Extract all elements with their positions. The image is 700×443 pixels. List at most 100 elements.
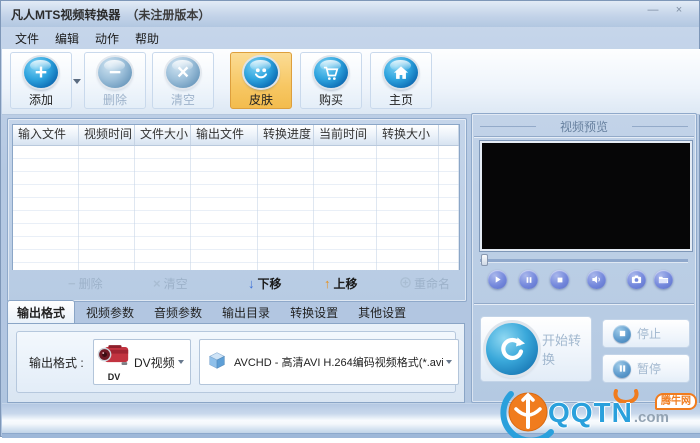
col-input-file[interactable]: 输入文件: [13, 125, 79, 145]
move-up-button[interactable]: ↑ 上移: [324, 275, 358, 292]
cart-icon: [314, 57, 348, 88]
file-list-panel: 输入文件 视频时间 文件大小 输出文件 转换进度 当前时间 转换大小 − 删除 …: [7, 118, 467, 302]
stop-button[interactable]: [550, 270, 569, 289]
camera-icon: [631, 275, 642, 284]
preview-divider: [474, 136, 694, 137]
pause-convert-label: 暂停: [637, 362, 662, 376]
stop-icon: [557, 277, 562, 282]
col-video-time[interactable]: 视频时间: [79, 125, 135, 145]
rename-label: 重命名: [414, 277, 451, 291]
tab-audio-params[interactable]: 音频参数: [145, 301, 211, 324]
menu-file[interactable]: 文件: [7, 27, 47, 50]
output-format-value: AVCHD - 高清AVI H.264编码视频格式(*.avi): [234, 357, 443, 369]
tab-convert-settings[interactable]: 转换设置: [281, 301, 347, 324]
output-format-panel: 输出格式 : DV DV视频 AVCHD - 高清AVI H.264编码视频格式…: [7, 323, 465, 403]
move-up-label: 上移: [333, 277, 358, 291]
snapshot-button[interactable]: [627, 270, 646, 289]
arrow-down-icon: ↓: [248, 276, 255, 291]
delete-button[interactable]: − 删除: [84, 52, 146, 109]
add-label: 添加: [28, 93, 53, 107]
settings-tabbar: 输出格式 视频参数 音频参数 输出目录 转换设置 其他设置: [7, 300, 465, 324]
seek-handle[interactable]: [481, 254, 488, 266]
tab-output-format[interactable]: 输出格式: [7, 300, 76, 324]
qqtn-brand-text: QQTN: [548, 397, 633, 428]
device-type-select[interactable]: DV DV视频: [93, 339, 191, 385]
col-filler: [459, 125, 464, 145]
list-clear-label: 清空: [163, 277, 188, 291]
pause-convert-button[interactable]: 暂停: [602, 354, 690, 383]
convert-icon: [486, 323, 538, 375]
file-table-gridlines: [13, 146, 459, 270]
stop-convert-button[interactable]: 停止: [602, 319, 690, 348]
col-converted-size[interactable]: 转换大小: [377, 125, 439, 145]
home-button[interactable]: 主页: [370, 52, 432, 109]
start-convert-button[interactable]: 开始转换: [480, 316, 592, 382]
folder-icon: [658, 276, 669, 284]
pause-button[interactable]: [519, 270, 538, 289]
file-table-header: 输入文件 视频时间 文件大小 输出文件 转换进度 当前时间 转换大小: [13, 125, 459, 146]
tab-video-params[interactable]: 视频参数: [77, 301, 143, 324]
list-clear-button[interactable]: × 清空: [153, 275, 188, 292]
minimize-icon[interactable]: —: [643, 4, 663, 18]
pause-convert-icon: [613, 359, 631, 378]
move-down-button[interactable]: ↓ 下移: [248, 275, 282, 292]
edition-label: （未注册版本）: [126, 8, 211, 22]
delete-label: 删除: [102, 93, 127, 107]
format-group-box: 输出格式 : DV DV视频 AVCHD - 高清AVI H.264编码视频格式…: [16, 331, 459, 393]
dv-icon-wrap: DV: [97, 343, 131, 382]
buy-button[interactable]: 购买: [300, 52, 362, 109]
camcorder-icon: [97, 343, 131, 373]
minus-icon: −: [68, 276, 76, 291]
seek-bar[interactable]: [480, 254, 688, 266]
skin-button[interactable]: 皮肤: [230, 52, 292, 109]
preview-panel: 视频预览 开始转换 停止 暂停: [471, 113, 697, 403]
col-current-time[interactable]: 当前时间: [314, 125, 377, 145]
clear-icon: ×: [166, 57, 200, 88]
stop-convert-icon: [613, 324, 631, 343]
list-delete-label: 删除: [78, 277, 103, 291]
app-name: 凡人MTS视频转换器: [11, 8, 121, 22]
menu-action[interactable]: 动作: [87, 27, 127, 50]
list-delete-button[interactable]: − 删除: [68, 275, 103, 292]
open-folder-button[interactable]: [654, 270, 673, 289]
rename-icon: [400, 277, 411, 290]
file-table-body[interactable]: [13, 146, 459, 270]
seek-track: [480, 259, 688, 263]
col-progress[interactable]: 转换进度: [258, 125, 314, 145]
x-icon: ×: [153, 276, 161, 291]
title-bar: 凡人MTS视频转换器 （未注册版本） — ×: [1, 1, 699, 28]
col-output-file[interactable]: 输出文件: [191, 125, 258, 145]
tab-output-dir[interactable]: 输出目录: [213, 301, 279, 324]
volume-button[interactable]: [587, 270, 606, 289]
preview-title: 视频预览: [472, 118, 696, 135]
speaker-icon: [592, 275, 600, 284]
close-icon[interactable]: ×: [669, 4, 689, 18]
delete-icon: −: [98, 57, 132, 88]
convert-divider: [474, 303, 694, 304]
menu-help[interactable]: 帮助: [127, 27, 167, 50]
chevron-down-icon: [446, 360, 452, 364]
output-format-select[interactable]: AVCHD - 高清AVI H.264编码视频格式(*.avi): [199, 339, 459, 385]
list-action-row: − 删除 × 清空 ↓ 下移 ↑ 上移 重命名: [8, 275, 466, 299]
pause-icon: [526, 276, 531, 283]
skin-label: 皮肤: [248, 93, 273, 107]
move-down-label: 下移: [257, 277, 282, 291]
window-title: 凡人MTS视频转换器 （未注册版本）: [11, 6, 210, 23]
menu-edit[interactable]: 编辑: [47, 27, 87, 50]
toolbar: + 添加 − 删除 × 清空 皮肤 购买 主页: [2, 49, 700, 115]
play-button[interactable]: [488, 270, 507, 289]
start-convert-label: 开始转换: [542, 333, 582, 367]
stop-convert-label: 停止: [637, 327, 662, 341]
chevron-down-icon: [177, 360, 184, 364]
add-button[interactable]: + 添加: [10, 52, 72, 109]
output-format-label: 输出格式 :: [29, 356, 84, 370]
clear-button[interactable]: × 清空: [152, 52, 214, 109]
home-icon: [384, 57, 418, 88]
rename-button[interactable]: 重命名: [400, 275, 450, 292]
tab-other-settings[interactable]: 其他设置: [349, 301, 415, 324]
file-table: 输入文件 视频时间 文件大小 输出文件 转换进度 当前时间 转换大小: [12, 124, 460, 270]
device-type-value: DV视频: [134, 355, 175, 370]
col-file-size[interactable]: 文件大小: [135, 125, 191, 145]
format-cube-icon: [206, 349, 228, 376]
add-dropdown-icon[interactable]: [73, 79, 81, 84]
